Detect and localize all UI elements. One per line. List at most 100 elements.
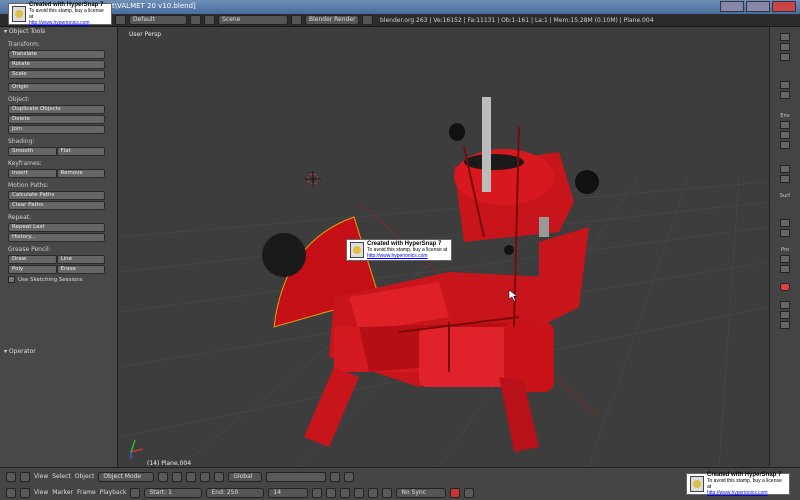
delete-button[interactable]: Delete bbox=[8, 115, 105, 124]
texture-icon[interactable] bbox=[780, 131, 790, 139]
scale-button[interactable]: Scale bbox=[8, 70, 105, 79]
snap-icon[interactable] bbox=[330, 471, 341, 482]
3d-cursor-icon[interactable] bbox=[305, 171, 321, 187]
preview-range-icon[interactable] bbox=[130, 487, 141, 498]
minimize-button[interactable] bbox=[720, 1, 744, 12]
remove-keyframe-button[interactable]: Remove bbox=[56, 169, 105, 178]
color-swatch[interactable] bbox=[780, 283, 790, 291]
axis-gizmo-icon bbox=[130, 439, 144, 459]
calculate-paths-button[interactable]: Calculate Paths bbox=[8, 191, 105, 200]
panel-toggle-icon-4[interactable] bbox=[780, 311, 790, 319]
shading-label: Shading: bbox=[8, 138, 35, 145]
play-reverse-icon[interactable] bbox=[340, 487, 351, 498]
constraints-icon[interactable] bbox=[780, 175, 790, 183]
hypersnap-logo-icon bbox=[690, 476, 704, 492]
world-icon[interactable] bbox=[780, 53, 790, 61]
physics-icon[interactable] bbox=[780, 165, 790, 173]
sketching-sessions-label: Use Sketching Sessions bbox=[18, 276, 83, 283]
line-button[interactable]: Line bbox=[56, 255, 105, 264]
sketching-sessions-checkbox[interactable] bbox=[8, 276, 15, 283]
scene-icon[interactable] bbox=[204, 15, 215, 25]
particles-icon[interactable] bbox=[780, 141, 790, 149]
render-preview-icon[interactable] bbox=[344, 471, 355, 482]
add-scene-icon[interactable] bbox=[291, 15, 302, 25]
panel-toggle-icon-5[interactable] bbox=[780, 321, 790, 329]
marker-menu[interactable]: Marker bbox=[52, 489, 73, 496]
object-menu[interactable]: Object bbox=[75, 473, 95, 480]
rotate-manipulator-icon[interactable] bbox=[214, 471, 225, 482]
menu-toggle-icon[interactable] bbox=[20, 471, 30, 482]
hypersnap-stamp-top: Created with HyperSnap 7 To avoid this s… bbox=[8, 2, 112, 26]
panel-toggle-icon-3[interactable] bbox=[780, 301, 790, 309]
layers-grid[interactable] bbox=[266, 471, 327, 482]
repeat-last-button[interactable]: Repeat Last bbox=[8, 223, 105, 232]
start-frame-field[interactable]: Start: 1 bbox=[144, 487, 203, 498]
play-icon[interactable] bbox=[354, 487, 365, 498]
object-tools-header[interactable]: ▾ Object Tools bbox=[0, 27, 117, 37]
maximize-button[interactable] bbox=[746, 1, 770, 12]
insert-keyframe-button[interactable]: Insert bbox=[8, 169, 57, 178]
current-frame-field[interactable]: 14 bbox=[268, 487, 309, 498]
bone-icon[interactable] bbox=[780, 229, 790, 237]
flat-button[interactable]: Flat bbox=[56, 147, 105, 156]
record-icon[interactable] bbox=[450, 487, 461, 498]
timeline-view-menu[interactable]: View bbox=[34, 489, 48, 496]
stamp-link[interactable]: http://www.hyperionics.com bbox=[367, 253, 447, 259]
smooth-button[interactable]: Smooth bbox=[8, 147, 57, 156]
frame-menu[interactable]: Frame bbox=[77, 489, 96, 496]
info-header: Default Scene Blender Render blender.org… bbox=[0, 14, 800, 27]
translate-button[interactable]: Translate bbox=[8, 50, 105, 59]
render-icon[interactable] bbox=[780, 33, 790, 41]
poly-button[interactable]: Poly bbox=[8, 265, 57, 274]
origin-button[interactable]: Origin bbox=[8, 83, 105, 92]
tool-shelf: ▾ Object Tools Transform: Translate Rota… bbox=[0, 27, 118, 467]
erase-button[interactable]: Erase bbox=[56, 265, 105, 274]
playback-menu[interactable]: Playback bbox=[100, 489, 127, 496]
view-menu[interactable]: View bbox=[34, 473, 48, 480]
bottom-headers: View Select Object Object Mode Global Vi… bbox=[0, 467, 800, 500]
operator-panel-header[interactable]: ▾ Operator bbox=[0, 347, 118, 357]
repeat-label: Repeat: bbox=[8, 214, 32, 221]
jump-end-icon[interactable] bbox=[382, 487, 393, 498]
manipulator-icon[interactable] bbox=[186, 471, 197, 482]
window-title: lt\VALMET 20 v10.blend] bbox=[110, 2, 196, 10]
draw-button[interactable]: Draw bbox=[8, 255, 57, 264]
stamp-link[interactable]: http://www.hyperionics.com bbox=[707, 490, 786, 496]
panel-toggle-icon-2[interactable] bbox=[780, 265, 790, 273]
add-layout-icon[interactable] bbox=[190, 15, 201, 25]
close-button[interactable] bbox=[772, 1, 796, 12]
data-icon[interactable] bbox=[780, 219, 790, 227]
editor-type-icon[interactable] bbox=[6, 471, 16, 482]
keying-set-icon[interactable] bbox=[464, 487, 475, 498]
translate-manipulator-icon[interactable] bbox=[200, 471, 211, 482]
object-props-icon[interactable] bbox=[780, 81, 790, 89]
scene-select[interactable]: Scene bbox=[218, 15, 288, 25]
panel-toggle-icon[interactable] bbox=[780, 255, 790, 263]
jump-start-icon[interactable] bbox=[312, 487, 323, 498]
render-engine-select[interactable]: Blender Render bbox=[305, 15, 359, 25]
material-icon[interactable] bbox=[780, 121, 790, 129]
join-button[interactable]: Join bbox=[8, 125, 105, 134]
history-button[interactable]: History... bbox=[8, 233, 105, 242]
select-menu[interactable]: Select bbox=[52, 473, 71, 480]
rotate-button[interactable]: Rotate bbox=[8, 60, 105, 69]
editor-type-icon-2[interactable] bbox=[6, 487, 16, 498]
keyframes-label: Keyframes: bbox=[8, 160, 42, 167]
modifier-icon[interactable] bbox=[780, 91, 790, 99]
prev-keyframe-icon[interactable] bbox=[326, 487, 337, 498]
scene-props-icon[interactable] bbox=[780, 43, 790, 51]
stamp-link[interactable]: http://www.hyperionics.com bbox=[29, 20, 108, 26]
end-frame-field[interactable]: End: 250 bbox=[206, 487, 265, 498]
shading-mode-icon[interactable] bbox=[158, 471, 169, 482]
clear-paths-button[interactable]: Clear Paths bbox=[8, 201, 105, 210]
screen-layout-select[interactable]: Default bbox=[129, 15, 187, 25]
pivot-point-icon[interactable] bbox=[172, 471, 183, 482]
screen-layout-icon[interactable] bbox=[115, 15, 126, 25]
active-object-label: (14) Plane.004 bbox=[147, 460, 192, 467]
next-keyframe-icon[interactable] bbox=[368, 487, 379, 498]
sync-select[interactable]: No Sync bbox=[396, 487, 447, 498]
menu-toggle-icon-2[interactable] bbox=[20, 487, 30, 498]
duplicate-objects-button[interactable]: Duplicate Objects bbox=[8, 105, 105, 114]
orientation-select[interactable]: Global bbox=[228, 471, 263, 482]
mode-select[interactable]: Object Mode bbox=[98, 471, 155, 482]
